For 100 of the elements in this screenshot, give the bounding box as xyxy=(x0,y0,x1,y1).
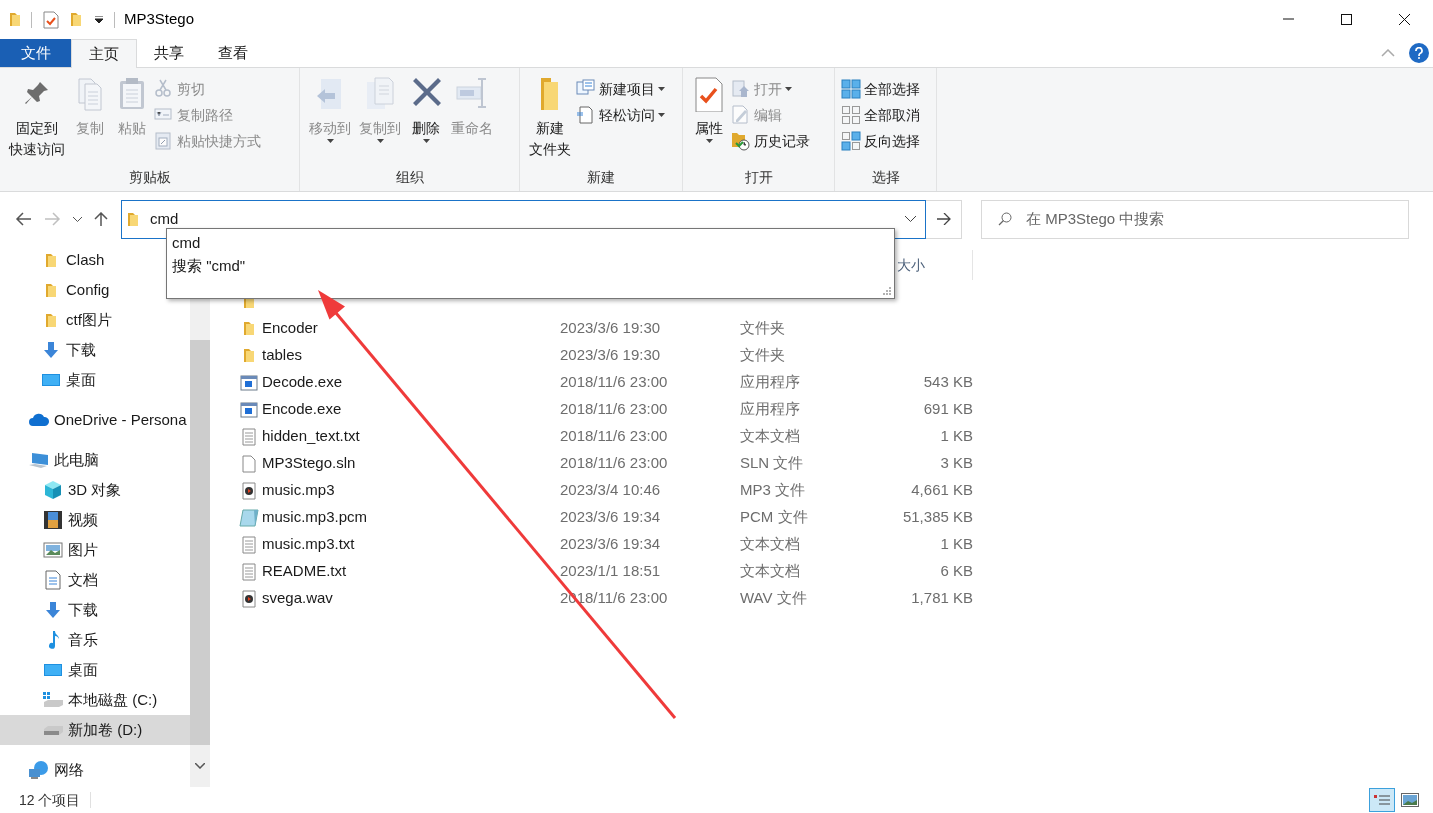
file-type: 文本文档 xyxy=(740,561,801,582)
sidebar-item[interactable]: Config xyxy=(0,275,114,305)
sidebar-item[interactable]: 视频 xyxy=(0,505,102,535)
text-file-icon xyxy=(242,427,256,446)
file-name[interactable]: music.mp3.pcm xyxy=(261,506,560,529)
empty-squares-icon xyxy=(841,105,861,125)
modified-date: 2023/3/6 19:34 xyxy=(560,507,662,528)
file-type: WAV 文件 xyxy=(740,588,808,609)
sidebar-item[interactable]: 3D 对象 xyxy=(0,475,126,505)
ribbon-button[interactable]: 新建 文件夹 xyxy=(526,74,574,167)
details-view-button[interactable] xyxy=(1369,788,1395,812)
modified-date: 2018/11/6 23:00 xyxy=(560,426,669,447)
ribbon-button[interactable]: 轻松访问 xyxy=(576,104,665,126)
file-name[interactable]: Encoder xyxy=(261,317,560,340)
sidebar-item[interactable]: 桌面 xyxy=(0,655,102,685)
file-name[interactable]: music.mp3 xyxy=(261,479,560,502)
ribbon-button[interactable]: 反向选择 xyxy=(841,130,920,152)
application-window-icon xyxy=(240,401,258,418)
cube-icon xyxy=(43,480,63,500)
sidebar-item[interactable]: 新加卷 (D:) xyxy=(0,715,190,745)
file-name[interactable]: Encode.exe xyxy=(261,398,560,421)
sidebar-item[interactable]: 此电脑 xyxy=(0,445,103,475)
tilted-file-icon xyxy=(239,508,259,527)
ribbon-tab[interactable]: 查看 xyxy=(201,39,265,67)
grid-squares-icon xyxy=(841,79,861,99)
search-icon xyxy=(998,212,1012,226)
caret-icon xyxy=(705,139,713,143)
search-input[interactable]: 在 MP3Stego 中搜索 xyxy=(1026,207,1408,231)
address-input[interactable]: cmd xyxy=(150,207,895,231)
folder-icon xyxy=(10,13,20,26)
file-type: PCM 文件 xyxy=(740,507,809,528)
chevron-down-icon xyxy=(195,763,205,769)
music-note-icon xyxy=(46,630,60,650)
modified-date: 2023/1/1 18:51 xyxy=(560,561,662,582)
sidebar-item[interactable]: 文档 xyxy=(0,565,102,595)
document-icon xyxy=(45,570,61,590)
sidebar-item[interactable]: 下载 xyxy=(0,595,102,625)
right-arrow-icon xyxy=(936,213,951,225)
sidebar-item[interactable]: 桌面 xyxy=(0,365,100,395)
ribbon-tab[interactable]: 共享 xyxy=(137,39,201,67)
go-button[interactable] xyxy=(926,199,962,239)
application-window-icon xyxy=(240,374,258,391)
ribbon-button[interactable]: 删除 xyxy=(406,74,446,167)
file-name[interactable]: hidden_text.txt xyxy=(261,425,560,448)
folder-icon xyxy=(244,349,254,362)
file-type: 文件夹 xyxy=(740,318,786,339)
scrollbar-thumb[interactable] xyxy=(190,340,210,745)
media-file-icon xyxy=(242,589,256,608)
modified-date: 2018/11/6 23:00 xyxy=(560,399,669,420)
ribbon-button[interactable]: 全部选择 xyxy=(841,78,920,100)
ribbon-button[interactable]: 固定到 快速访问 xyxy=(6,74,68,167)
sidebar-item[interactable]: ctf图片 xyxy=(0,305,116,335)
file-name[interactable]: music.mp3.txt xyxy=(261,533,560,556)
file-name[interactable]: README.txt xyxy=(261,560,560,583)
search-field[interactable]: 在 MP3Stego 中搜索 xyxy=(981,199,1409,239)
sidebar-item[interactable]: 下载 xyxy=(0,335,100,365)
file-name[interactable]: MP3Stego.sln xyxy=(261,452,560,475)
left-arrow-icon xyxy=(15,212,31,226)
sidebar-item[interactable]: Clash xyxy=(0,245,109,275)
file-size: 691 KB xyxy=(922,399,973,420)
sidebar-item[interactable]: 网络 xyxy=(0,755,88,785)
ribbon-button[interactable]: 新建项目 xyxy=(576,78,665,100)
mixed-squares-icon xyxy=(841,131,861,151)
folder-icon xyxy=(128,212,138,226)
sidebar-item[interactable]: OneDrive - Persona xyxy=(0,405,190,435)
caret-icon xyxy=(95,16,103,23)
sidebar-item[interactable]: 音乐 xyxy=(0,625,102,655)
modified-date: 2023/3/6 19:30 xyxy=(560,345,662,366)
film-strip-icon xyxy=(43,510,63,530)
file-size: 1 KB xyxy=(939,534,973,555)
help-button[interactable] xyxy=(1409,43,1429,63)
modified-date: 2018/11/6 23:00 xyxy=(560,372,669,393)
ribbon-group-label: 打开 xyxy=(743,168,774,187)
file-name[interactable]: svega.wav xyxy=(261,587,560,610)
modified-date: 2023/3/6 19:34 xyxy=(560,534,662,555)
system-drive-icon xyxy=(42,691,64,709)
file-size: 1 KB xyxy=(939,426,973,447)
ribbon-tab[interactable]: 主页 xyxy=(71,39,137,68)
file-type: MP3 文件 xyxy=(740,480,806,501)
suggestion-item[interactable]: 搜索 "cmd" xyxy=(172,254,246,277)
ribbon-button[interactable]: 历史记录 xyxy=(731,130,810,152)
file-menu-tab[interactable]: 文件 xyxy=(0,39,71,67)
caret-icon xyxy=(422,139,430,143)
media-file-icon xyxy=(242,481,256,500)
ribbon-button[interactable]: 全部取消 xyxy=(841,104,920,126)
network-globe-icon xyxy=(28,760,50,780)
file-name[interactable]: Decode.exe xyxy=(261,371,560,394)
up-arrow-icon xyxy=(93,212,109,226)
maximize-icon xyxy=(1340,14,1352,25)
file-size: 1,781 KB xyxy=(910,588,973,609)
clock-folder-icon xyxy=(731,131,751,151)
file-name[interactable]: tables xyxy=(261,344,560,367)
caret-icon xyxy=(326,139,334,143)
ribbon-button[interactable]: 属性 xyxy=(689,74,729,167)
sidebar-item[interactable]: 图片 xyxy=(0,535,102,565)
shortcut-page-icon xyxy=(154,131,174,151)
file-size: 6 KB xyxy=(939,561,973,582)
item-count: 12 个项目 xyxy=(19,790,81,810)
file-size: 4,661 KB xyxy=(910,480,973,501)
sidebar-item[interactable]: 本地磁盘 (C:) xyxy=(0,685,162,715)
